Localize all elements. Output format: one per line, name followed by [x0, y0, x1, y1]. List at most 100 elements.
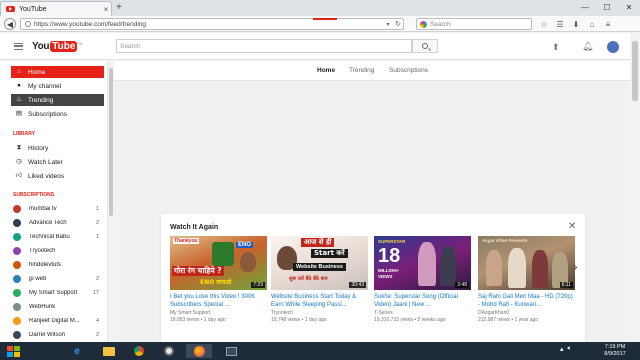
shelf-next-arrow-icon[interactable]: › [574, 262, 577, 273]
video-card[interactable]: Thankyou ENO गोरा रंग चाहिये ? ENO लगाओ … [170, 236, 267, 323]
video-title[interactable]: Saj Rahi Gali Meri Maa - HD (720p) - Moh… [478, 293, 575, 309]
sidebar-item-liked-videos[interactable]: 👍︎ Liked videos [11, 170, 104, 182]
subscription-item[interactable]: jp web 2 [13, 273, 99, 284]
channel-avatar [13, 260, 21, 269]
tab-home[interactable]: Home [317, 67, 335, 74]
notifications-bell-icon[interactable]: 🔔︎ [582, 41, 593, 51]
thumb-text: ENO [236, 242, 254, 248]
flame-icon: ♨ [16, 96, 22, 103]
shelf-close-icon[interactable]: ✕ [568, 221, 576, 232]
video-title[interactable]: Website Business Start Today & Earn Whil… [271, 293, 368, 309]
info-icon[interactable] [25, 21, 31, 27]
volume-icon[interactable]: 🔈︎ [568, 345, 572, 353]
close-window-button[interactable]: ✕ [618, 0, 640, 14]
tab-subscriptions[interactable]: Subscriptions [389, 67, 428, 74]
subscription-item[interactable]: hindidevtuts [13, 259, 99, 270]
video-title[interactable]: I Bet you Love this Video ! 300K Subscri… [170, 293, 267, 309]
upload-icon[interactable]: ⬆ [552, 42, 561, 52]
sidebar-item-my-channel[interactable]: ● My channel [11, 80, 104, 92]
video-channel[interactable]: DAzgarKhan0 [478, 310, 575, 316]
eno-pack [212, 242, 234, 266]
menu-icon[interactable]: ≡ [602, 18, 614, 30]
home-icon[interactable]: ⌂ [586, 18, 598, 30]
subscription-item[interactable]: mumbai tv 1 [13, 203, 99, 214]
subscription-item[interactable]: Technical Babu 1 [13, 231, 99, 242]
browser-search-field[interactable]: Search [416, 18, 532, 30]
youtube-logo[interactable]: You Tube IN [32, 41, 82, 52]
history-icon: ⧗ [16, 144, 22, 151]
app-taskbar-icon[interactable] [218, 344, 244, 358]
video-thumbnail[interactable]: Asgar Khan Presents 6:11 [478, 236, 575, 290]
windows-start-button[interactable] [4, 344, 22, 358]
guide-menu-icon[interactable] [14, 43, 23, 50]
download-icon[interactable]: ⬇ [570, 18, 582, 30]
tab-close-icon[interactable]: × [101, 5, 111, 14]
video-thumbnail[interactable]: Thankyou ENO गोरा रंग चाहिये ? ENO लगाओ … [170, 236, 267, 290]
account-avatar[interactable] [607, 41, 619, 53]
browser-tab-youtube[interactable]: YouTube × [0, 1, 112, 16]
subscription-item[interactable]: Darrel Wilson 2 [13, 329, 99, 340]
thumb-person [240, 252, 256, 272]
minimize-button[interactable]: — [574, 0, 596, 14]
network-icon[interactable]: ▴ [560, 345, 564, 353]
star-icon[interactable]: ☆ [538, 18, 550, 30]
logo-region: IN [78, 41, 83, 46]
sidebar-item-watch-later[interactable]: ◷ Watch Later [11, 156, 104, 168]
back-button[interactable]: ◀ [4, 18, 16, 30]
video-channel[interactable]: T-Series [374, 310, 471, 316]
sidebar-item-home[interactable]: ⌂ Home [11, 66, 104, 78]
subscription-item[interactable]: My Smart Support 17 [13, 287, 99, 298]
subscription-name: My Smart Support [29, 289, 78, 296]
subscriptions-icon: ▤ [15, 110, 23, 117]
video-thumbnail[interactable]: SUPERSTAR 18 MILLION+ VIEWS 3:48 [374, 236, 471, 290]
thumb-text: 18 [378, 245, 401, 267]
video-channel[interactable]: Tryootech [271, 310, 368, 316]
media-player-taskbar-icon[interactable] [156, 344, 182, 358]
sidebar-item-trending[interactable]: ♨ Trending [11, 94, 104, 106]
sidebar-item-label: Subscriptions [28, 110, 68, 118]
subscription-item[interactable]: WebHunk [13, 301, 99, 312]
firefox-taskbar-icon[interactable] [186, 344, 212, 358]
subscription-name: WebHunk [29, 303, 56, 310]
sidebar-item-history[interactable]: ⧗ History [11, 142, 104, 154]
video-card[interactable]: Asgar Khan Presents 6:11 Saj Rahi Gali M… [478, 236, 575, 323]
video-card[interactable]: आज से ही Start करें Website Business शुर… [271, 236, 368, 323]
video-title[interactable]: Sukhe: Superstar Song (Official Video) J… [374, 293, 471, 309]
system-tray: ▴ 🔈︎ [560, 345, 572, 353]
sidebar-scrollbar-thumb[interactable] [109, 68, 113, 216]
list-icon[interactable]: ☰ [554, 18, 566, 30]
subscription-item[interactable]: Ranjeet Digital M... 4 [13, 315, 99, 326]
dropdown-arrow-icon[interactable]: ▾ [383, 21, 393, 28]
subscription-item[interactable]: Advance Tech 2 [13, 217, 99, 228]
file-explorer-taskbar-icon[interactable] [96, 344, 122, 358]
youtube-search-input[interactable]: Search [116, 39, 412, 53]
logo-you: You [32, 41, 50, 52]
logo-tube: Tube [50, 41, 78, 52]
sidebar-item-subscriptions[interactable]: ▤ Subscriptions [11, 108, 104, 120]
thumb-text: आज से ही [301, 238, 335, 247]
thumb-text: शुरू करें बैठे बैठे कम [289, 276, 328, 282]
page-scrollbar-thumb[interactable] [632, 41, 638, 101]
subscription-name: Tryootech [29, 247, 56, 254]
channel-avatar [13, 288, 21, 297]
maximize-button[interactable]: ☐ [596, 0, 618, 14]
sidebar-item-label: Liked videos [28, 172, 65, 180]
video-card[interactable]: SUPERSTAR 18 MILLION+ VIEWS 3:48 Sukhe: … [374, 236, 471, 323]
new-tab-button[interactable]: + [116, 2, 128, 13]
chrome-taskbar-icon[interactable] [126, 344, 152, 358]
reload-icon[interactable]: ↻ [393, 20, 403, 28]
subscription-count: 4 [95, 317, 99, 324]
sidebar-item-label: Home [28, 68, 46, 76]
youtube-masthead: You Tube IN Search ⬆ 🔔︎ [0, 33, 630, 60]
address-bar[interactable]: https://www.youtube.com/feed/trending ▾ … [20, 18, 404, 30]
subscription-count: 2 [95, 219, 99, 226]
video-thumbnail[interactable]: आज से ही Start करें Website Business शुर… [271, 236, 368, 290]
taskbar-clock[interactable]: 7:19 PM 8/9/2017 [597, 344, 633, 358]
ie-taskbar-icon[interactable]: e [64, 344, 90, 358]
video-channel[interactable]: My Smart Support [170, 310, 267, 316]
tab-trending[interactable]: Trending [349, 67, 374, 74]
subscription-name: Technical Babu [29, 233, 70, 240]
subscription-item[interactable]: Tryootech [13, 245, 99, 256]
url-text[interactable]: https://www.youtube.com/feed/trending [34, 21, 383, 28]
youtube-search-button[interactable] [412, 39, 438, 53]
